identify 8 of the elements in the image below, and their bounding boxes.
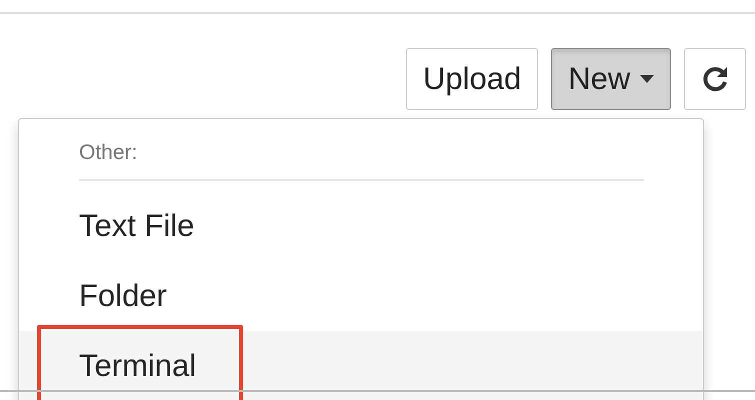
caret-icon <box>640 75 654 83</box>
upload-button[interactable]: Upload <box>406 48 538 110</box>
refresh-button[interactable] <box>684 48 746 110</box>
menu-item[interactable]: Text File <box>19 191 703 261</box>
menu-item[interactable]: Folder <box>19 261 703 331</box>
refresh-icon <box>701 65 730 93</box>
new-button[interactable]: New <box>551 48 672 110</box>
menu-header: Other: <box>78 140 138 166</box>
